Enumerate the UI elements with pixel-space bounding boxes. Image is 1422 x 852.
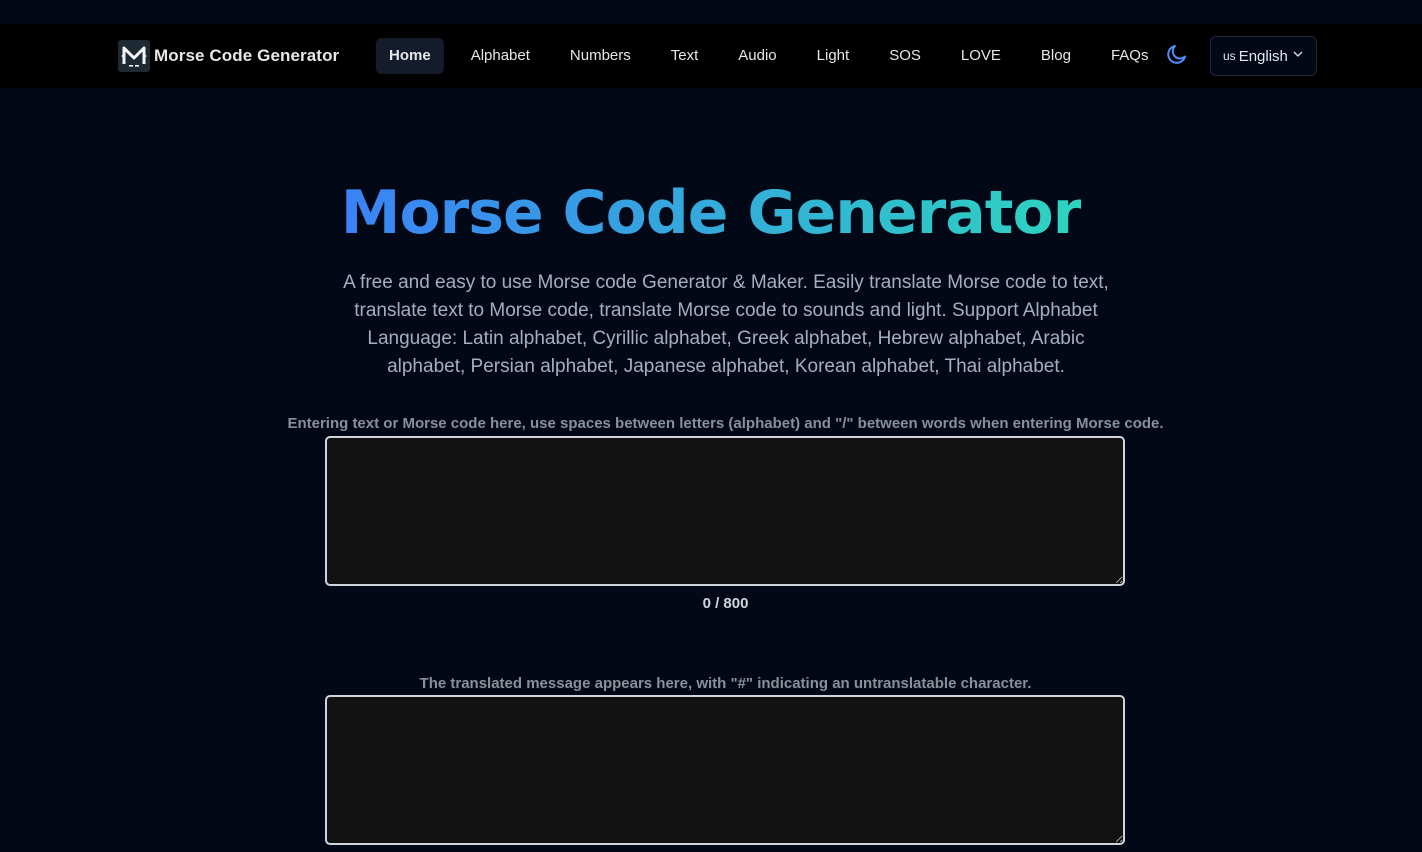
language-label: English xyxy=(1238,47,1288,65)
theme-toggle-button[interactable] xyxy=(1165,42,1189,66)
nav-item-numbers[interactable]: Numbers xyxy=(557,38,644,74)
page-title: Morse Code Generator xyxy=(0,178,1422,248)
chevron-down-icon xyxy=(1292,47,1304,65)
nav-item-faqs[interactable]: FAQs xyxy=(1098,38,1162,74)
moon-icon xyxy=(1165,45,1189,70)
page-description: A free and easy to use Morse code Genera… xyxy=(343,272,1109,377)
nav-item-light[interactable]: Light xyxy=(804,38,863,74)
nav-item-home[interactable]: Home xyxy=(376,38,444,74)
nav-item-love[interactable]: LOVE xyxy=(948,38,1014,74)
output-hint-label: The translated message appears here, wit… xyxy=(419,675,1032,692)
input-hint-label: Entering text or Morse code here, use sp… xyxy=(287,415,1164,432)
nav-item-alphabet[interactable]: Alphabet xyxy=(458,38,543,74)
character-counter: 0 / 800 xyxy=(702,595,749,612)
navbar: Morse Code Generator Home Alphabet Numbe… xyxy=(0,24,1422,88)
nav-item-blog[interactable]: Blog xyxy=(1028,38,1084,74)
brand-name: Morse Code Generator xyxy=(154,46,340,65)
nav-item-text[interactable]: Text xyxy=(658,38,712,74)
nav-item-sos[interactable]: SOS xyxy=(876,38,934,74)
nav-item-audio[interactable]: Audio xyxy=(725,38,789,74)
main-nav: Home Alphabet Numbers Text Audio Light S… xyxy=(376,38,1175,74)
morse-logo-icon xyxy=(118,40,150,72)
language-select[interactable]: us English xyxy=(1210,36,1317,76)
page-title-text: Morse Code Generator xyxy=(340,178,1083,248)
us-flag-icon: us xyxy=(1223,49,1236,63)
translation-output[interactable] xyxy=(325,695,1125,845)
source-text-input[interactable] xyxy=(325,436,1125,586)
brand-link[interactable]: Morse Code Generator xyxy=(118,40,339,72)
top-strip xyxy=(0,0,1422,24)
